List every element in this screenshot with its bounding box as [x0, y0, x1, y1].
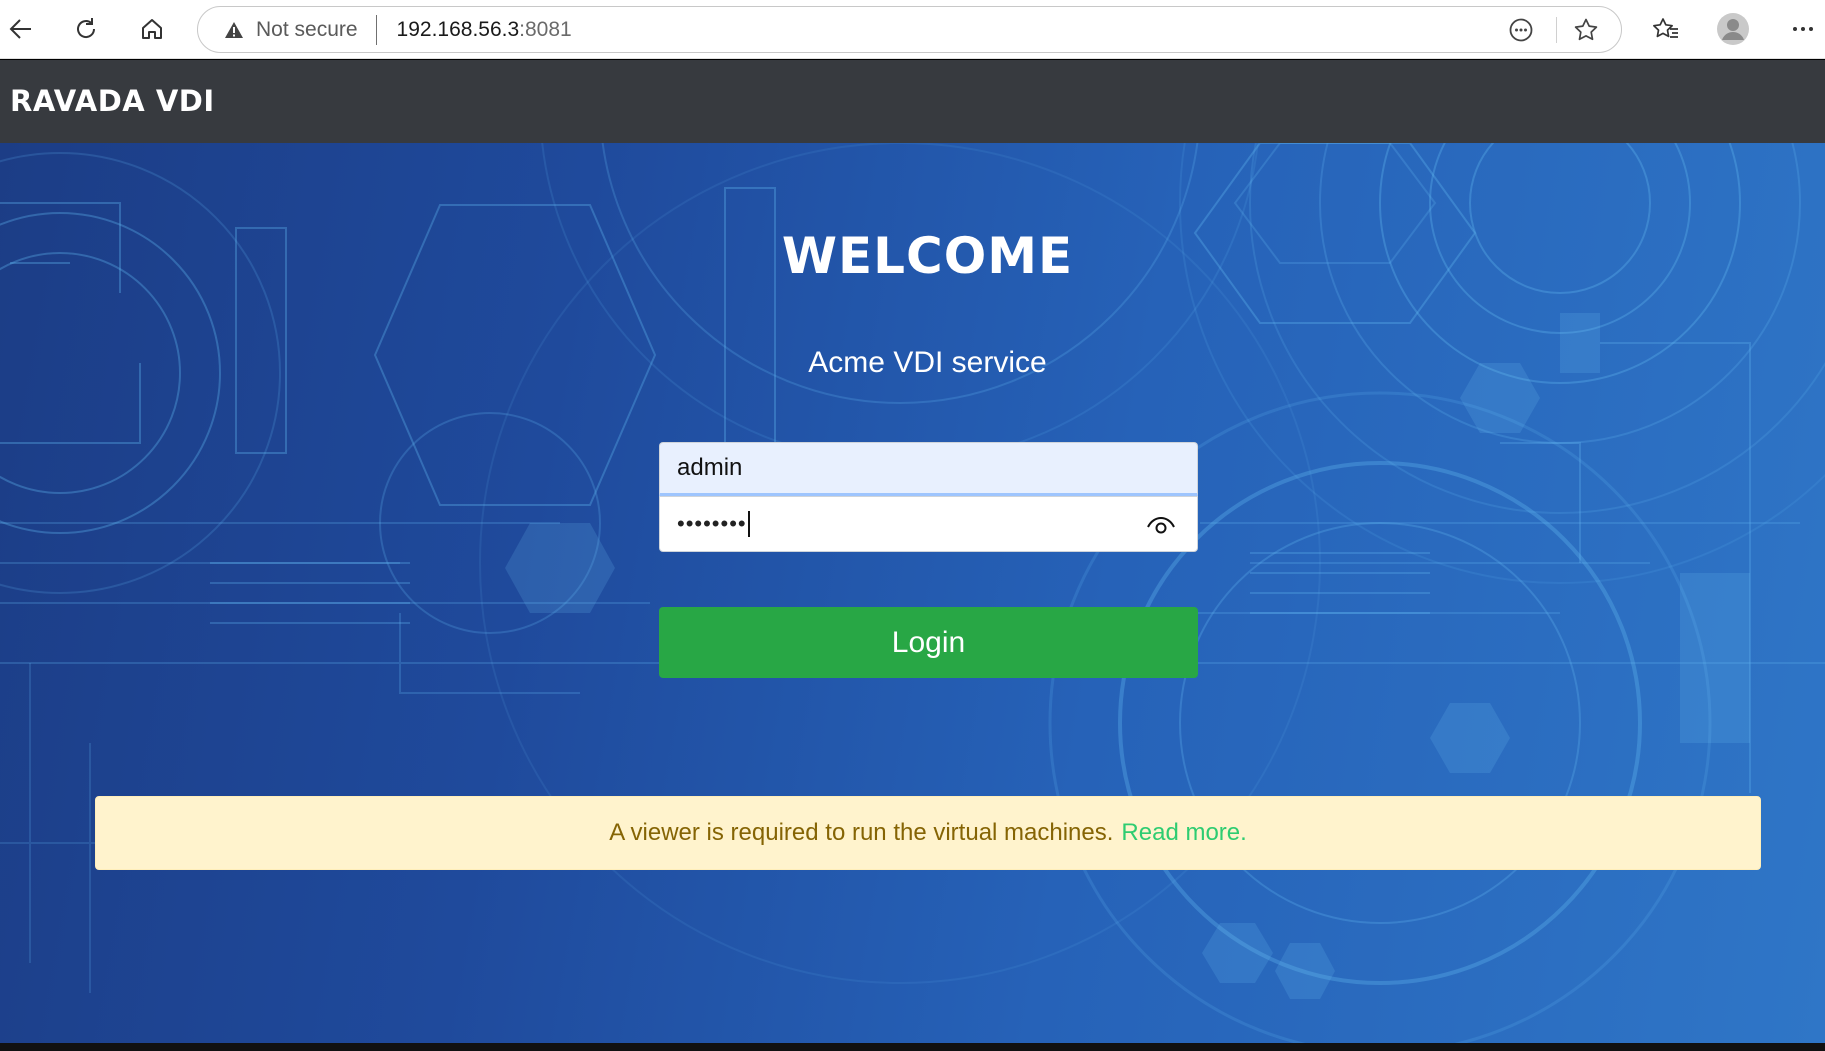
- login-hero: WELCOME Acme VDI service admin •••••••• …: [0, 143, 1825, 1043]
- password-value: ••••••••: [677, 511, 747, 536]
- security-indicator[interactable]: Not secure: [224, 14, 377, 45]
- brand-logo[interactable]: RAVADA VDI: [10, 84, 215, 118]
- favorite-button[interactable]: [1569, 13, 1603, 47]
- home-button[interactable]: [131, 8, 173, 50]
- username-field[interactable]: admin: [659, 442, 1198, 496]
- url-text[interactable]: 192.168.56.3:8081: [397, 18, 572, 42]
- refresh-icon: [77, 18, 96, 38]
- more-options-button[interactable]: [1784, 10, 1822, 48]
- security-label: Not secure: [256, 17, 358, 41]
- home-icon: [142, 19, 162, 39]
- app-header: RAVADA VDI: [0, 60, 1825, 143]
- star-icon: [1574, 18, 1598, 41]
- username-value: admin: [677, 454, 743, 481]
- notice-text: A viewer is required to run the virtual …: [609, 819, 1114, 846]
- address-bar[interactable]: Not secure 192.168.56.3:8081: [197, 6, 1622, 53]
- text-caret: [747, 511, 750, 537]
- browser-toolbar: Not secure 192.168.56.3:8081: [0, 0, 1825, 59]
- back-arrow-icon: [9, 19, 31, 39]
- eye-icon: [1147, 516, 1175, 534]
- favorites-button[interactable]: [1647, 10, 1685, 48]
- warning-icon: [225, 21, 243, 38]
- address-divider: [1556, 17, 1557, 43]
- favorites-icon: [1653, 18, 1678, 38]
- viewer-notice-alert: A viewer is required to run the virtual …: [95, 796, 1761, 870]
- url-port: :8081: [519, 17, 572, 41]
- reader-icon: [1509, 18, 1533, 42]
- url-host: 192.168.56.3: [396, 17, 520, 41]
- login-form: admin ••••••••: [659, 442, 1198, 552]
- show-password-button[interactable]: [1145, 511, 1177, 539]
- login-button[interactable]: Login: [659, 607, 1198, 678]
- welcome-title: WELCOME: [781, 227, 1074, 285]
- service-name: Acme VDI service: [808, 346, 1047, 379]
- more-icon: [1793, 27, 1813, 31]
- read-more-link[interactable]: Read more.: [1121, 819, 1246, 847]
- back-button[interactable]: [0, 8, 42, 50]
- window-bottom-edge: [0, 1043, 1825, 1051]
- profile-button[interactable]: [1714, 10, 1752, 48]
- password-field[interactable]: ••••••••: [659, 496, 1198, 552]
- refresh-button[interactable]: [65, 8, 107, 50]
- reader-mode-button[interactable]: [1504, 13, 1538, 47]
- profile-icon: [1717, 13, 1749, 45]
